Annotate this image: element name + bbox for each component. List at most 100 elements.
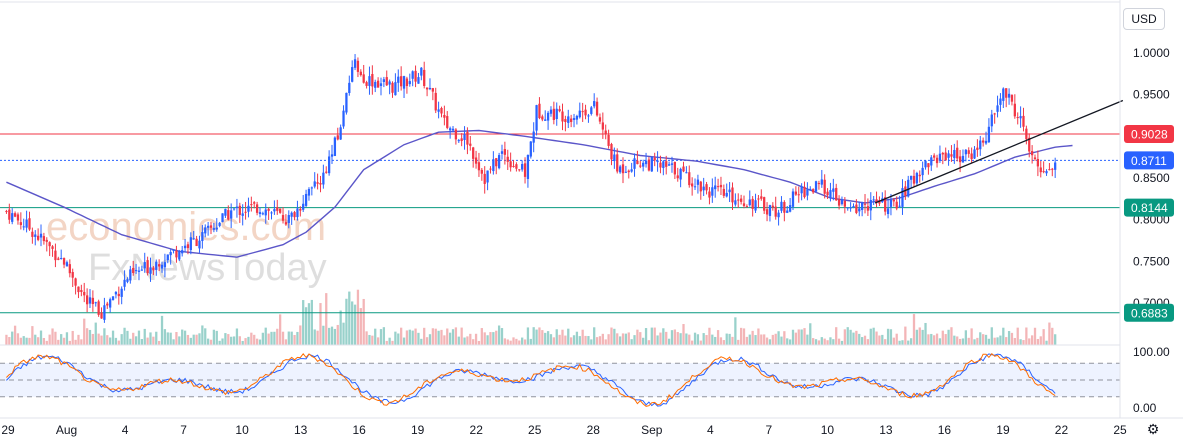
candle-body	[633, 158, 636, 169]
candle-body	[760, 196, 763, 199]
candle-body	[489, 168, 492, 170]
candle-body	[944, 152, 947, 161]
candle-body	[160, 264, 164, 269]
candle-body	[109, 299, 112, 308]
candle-body	[261, 213, 265, 215]
candle-body	[500, 151, 504, 154]
volume-bar	[719, 337, 723, 345]
volume-bar	[215, 330, 218, 345]
candle-body	[665, 161, 668, 167]
candle-body	[192, 238, 195, 240]
time-tick-label: 16	[352, 423, 366, 437]
candle-body	[71, 272, 74, 278]
volume-bar	[734, 317, 737, 345]
candle-body	[443, 114, 446, 118]
volume-bar	[359, 308, 362, 345]
volume-bar	[160, 315, 164, 345]
volume-bar	[276, 328, 279, 345]
volume-bar	[97, 333, 100, 345]
volume-bar	[189, 337, 192, 345]
price-chart[interactable]: economies.com FxNewsToday 1.0000 0.9500 0.…	[0, 0, 1183, 447]
volume-bar	[518, 340, 521, 345]
candle-body	[1030, 151, 1034, 156]
candle-body	[863, 203, 867, 205]
candle-body	[16, 214, 20, 221]
volume-bar	[302, 300, 305, 345]
price-tick-label: 0.7500	[1133, 254, 1170, 268]
volume-bar	[457, 336, 460, 345]
candle-body	[601, 122, 604, 130]
candle-body	[788, 205, 792, 212]
candle-body	[163, 262, 167, 268]
volume-bar	[731, 336, 734, 345]
candle-body	[544, 119, 547, 121]
candle-body	[497, 155, 501, 169]
candle-body	[1045, 171, 1048, 174]
volume-bar	[1013, 337, 1016, 345]
candle-body	[472, 147, 475, 159]
candle-body	[739, 198, 743, 202]
candle-body	[855, 204, 858, 213]
candle-body	[276, 207, 279, 211]
candle-body	[235, 206, 239, 209]
volume-bar	[68, 340, 71, 345]
candle-body	[1005, 88, 1008, 98]
volume-bar	[607, 334, 610, 345]
candle-body	[858, 208, 861, 212]
volume-bar	[39, 330, 43, 345]
volume-bar	[956, 336, 959, 345]
volume-bar	[846, 327, 849, 345]
candle-body	[636, 160, 639, 165]
volume-bar	[878, 335, 881, 345]
price-tag-label: 0.8711	[1131, 154, 1167, 168]
volume-bar	[417, 332, 420, 345]
volume-bar	[198, 333, 201, 345]
volume-bar	[659, 332, 662, 345]
volume-bar	[558, 334, 561, 345]
volume-bar	[967, 337, 970, 345]
volume-bar	[25, 337, 28, 345]
candle-body	[763, 197, 766, 211]
candle-body	[829, 190, 832, 198]
volume-bar	[385, 340, 388, 345]
volume-bar	[336, 324, 339, 345]
volume-bar	[918, 327, 921, 345]
candle-body	[36, 235, 40, 240]
candle-body	[518, 169, 521, 171]
candle-body	[604, 130, 607, 135]
volume-bar	[330, 326, 334, 345]
volume-bar	[57, 339, 60, 345]
price-tag: 0.8711	[1124, 151, 1174, 170]
volume-bar	[166, 332, 169, 345]
candle-body	[74, 278, 77, 286]
candle-body	[754, 200, 757, 211]
candle-body	[446, 116, 449, 128]
volume-bar	[866, 339, 870, 345]
candle-body	[428, 87, 432, 90]
candle-body	[250, 204, 253, 206]
watermark-economies: economies.com	[46, 205, 326, 249]
candle-body	[921, 167, 924, 176]
candle-body	[835, 187, 838, 201]
candle-body	[195, 238, 198, 247]
volume-bar	[117, 340, 120, 345]
volume-bar	[840, 340, 844, 345]
currency-button[interactable]: USD	[1123, 8, 1165, 30]
gear-icon[interactable]: ⚙	[1145, 422, 1161, 438]
volume-bar	[307, 303, 311, 345]
candle-body	[809, 188, 812, 191]
candle-body	[872, 199, 875, 201]
candle-body	[561, 111, 564, 122]
volume-bar	[296, 331, 299, 345]
volume-bar	[636, 329, 639, 345]
candle-body	[512, 165, 515, 167]
volume-bar	[31, 326, 34, 345]
volume-bar	[16, 333, 20, 345]
volume-bar	[440, 329, 443, 345]
candle-body	[817, 183, 821, 185]
candle-body	[590, 107, 593, 114]
volume-bar	[748, 334, 751, 345]
volume-bar	[1022, 340, 1025, 345]
volume-bar	[325, 293, 328, 345]
volume-bar	[155, 331, 158, 345]
